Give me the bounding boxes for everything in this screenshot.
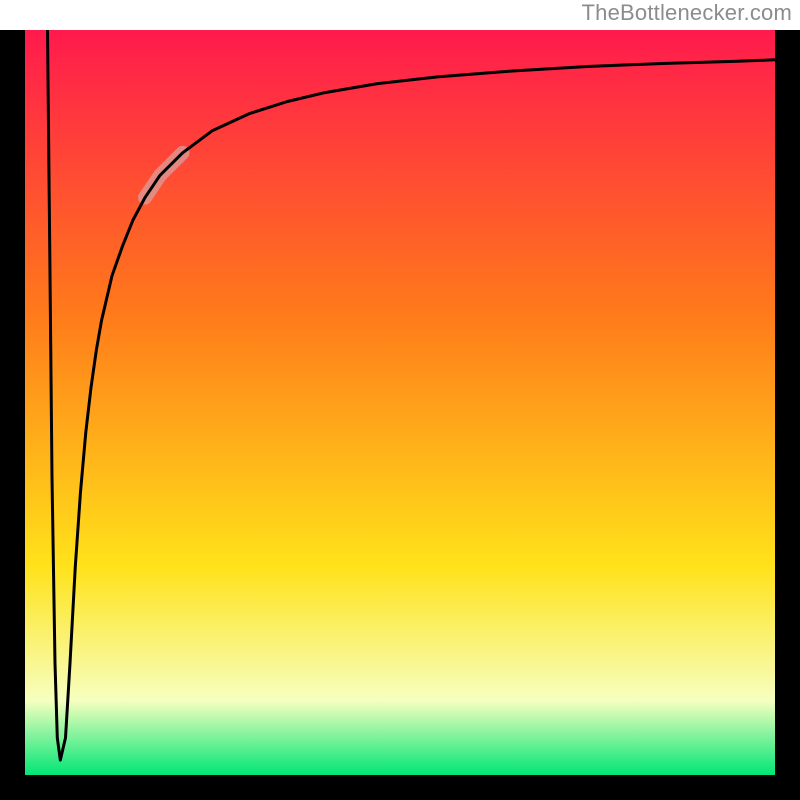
gradient-background <box>25 30 775 775</box>
plot-area <box>25 30 775 775</box>
chart-frame <box>0 30 800 800</box>
chart-root: TheBottlenecker.com <box>0 0 800 800</box>
chart-svg <box>25 30 775 775</box>
attribution-text: TheBottlenecker.com <box>582 0 792 26</box>
